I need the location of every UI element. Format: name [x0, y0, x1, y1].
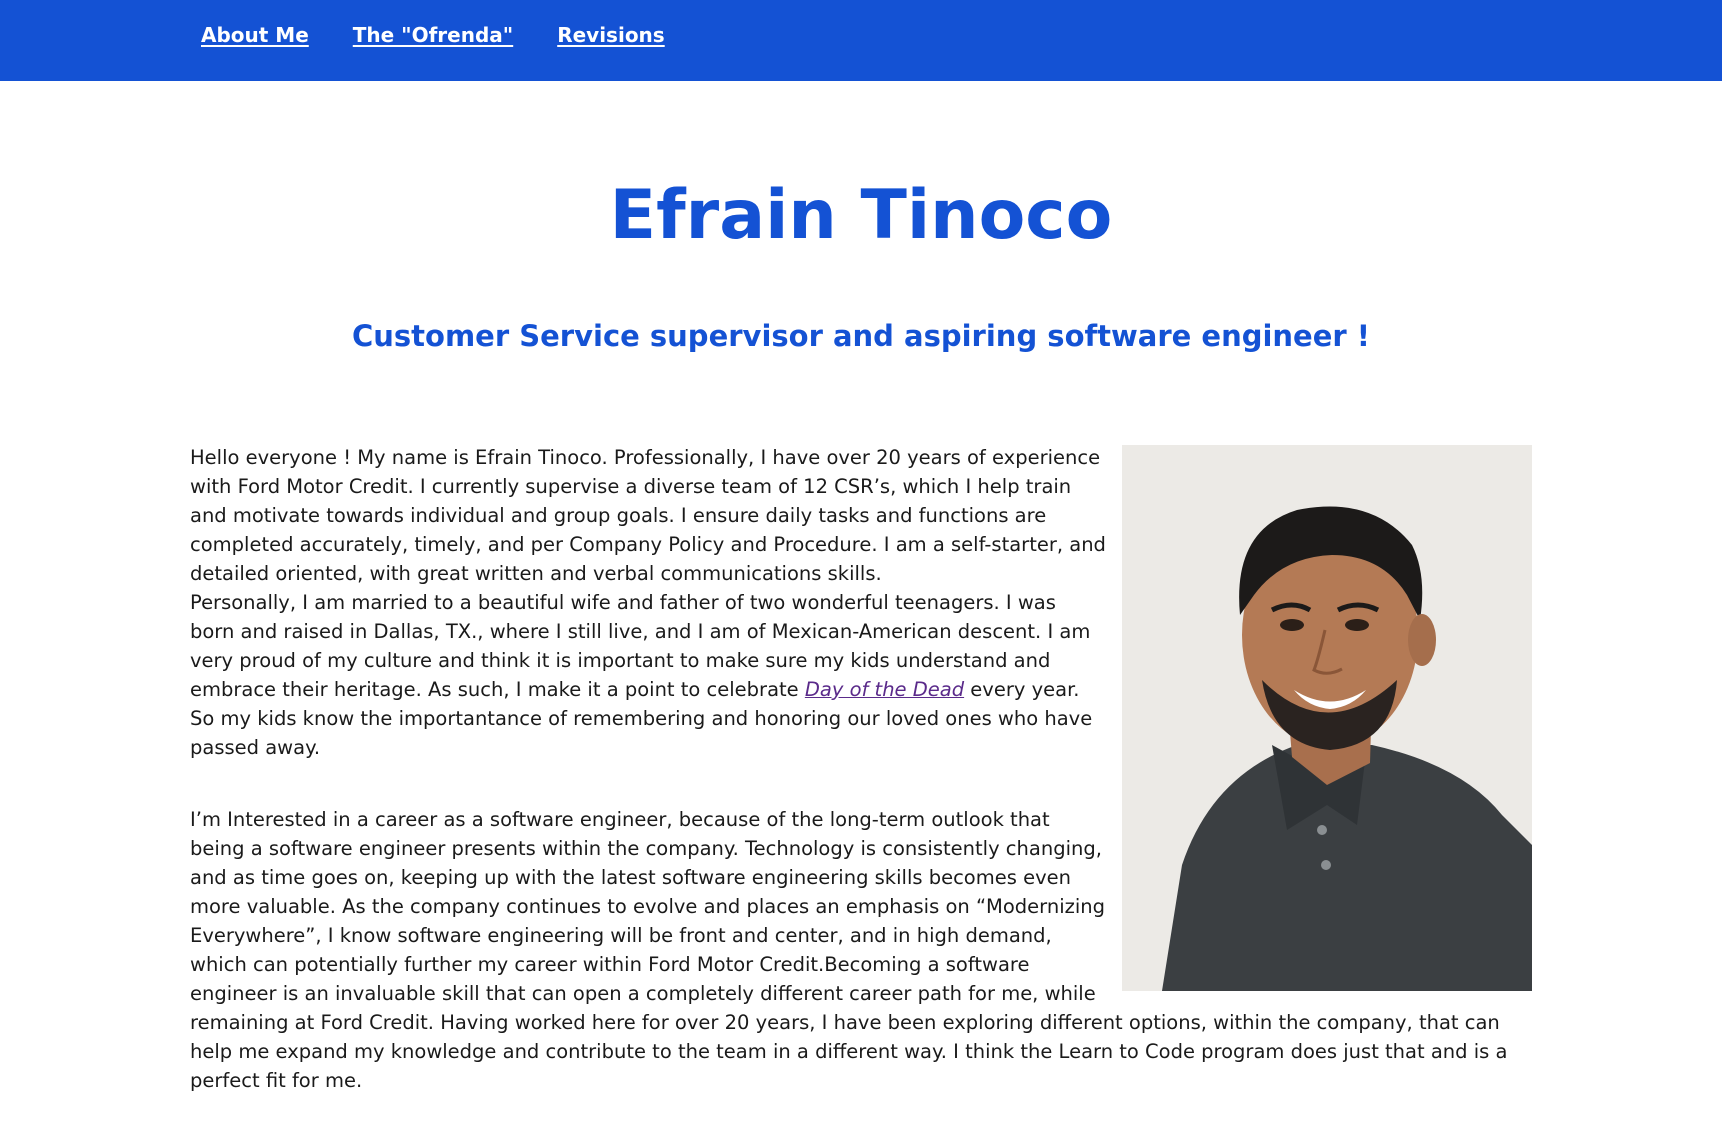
page-subtitle: Customer Service supervisor and aspiring…	[351, 319, 1371, 353]
bio-content: Hello everyone ! My name is Efrain Tinoc…	[190, 443, 1532, 1095]
nav-links: About Me The "Ofrenda" Revisions	[201, 23, 665, 47]
profile-photo	[1122, 445, 1532, 991]
nav-link-ofrenda[interactable]: The "Ofrenda"	[353, 23, 513, 47]
page-title: Efrain Tinoco	[609, 176, 1113, 255]
top-navbar: About Me The "Ofrenda" Revisions	[0, 0, 1722, 81]
nav-link-revisions[interactable]: Revisions	[557, 23, 665, 47]
nav-link-about-me[interactable]: About Me	[201, 23, 309, 47]
day-of-the-dead-link[interactable]: Day of the Dead	[805, 678, 964, 701]
